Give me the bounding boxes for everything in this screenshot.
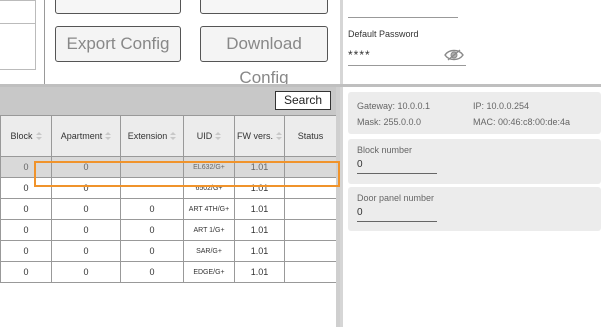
sort-icon [170,132,177,141]
field-underline [357,221,437,222]
column-divider [44,0,45,84]
ip-text: IP: 10.0.0.254 [473,101,530,111]
cell-block: 0 [0,198,52,220]
cell-apartment: 0 [51,240,121,262]
cell-status [284,156,337,178]
config-actions-area: Export Config Download Config [0,0,340,87]
sort-icon [276,132,282,141]
cell-block: 0 [0,219,52,241]
block-number-label: Block number [357,145,413,155]
device-table: Block Apartment Extension UID FW vers. S… [0,115,337,283]
table-row[interactable]: 0 0 0 SAR/G+ 1.01 [0,240,337,262]
field-underline [348,17,458,18]
cell-uid: ART 1/G+ [183,219,235,241]
search-button[interactable]: Search [275,91,331,110]
cell-block: 0 [0,177,52,199]
cell-apartment: 0 [51,219,121,241]
partial-field-box [0,0,36,70]
cell-status [284,177,337,199]
column-header-fw-version[interactable]: FW vers. [234,115,285,157]
cell-extension: 0 [120,198,184,220]
door-panel-number-label: Door panel number [357,193,435,203]
sort-icon [215,132,222,141]
download-config-button[interactable]: Download Config [200,26,328,87]
column-header-block[interactable]: Block [0,115,52,157]
device-detail-panel: Gateway: 10.0.0.1 IP: 10.0.0.254 Mask: 2… [340,87,601,327]
password-underline [348,65,466,66]
export-config-button[interactable]: Export Config [55,26,181,62]
cell-extension: 0 [120,261,184,283]
cell-status [284,261,337,283]
table-row[interactable]: 0 0 0 ART 1/G+ 1.01 [0,219,337,241]
cell-fw-version: 1.01 [234,219,285,241]
field-underline [357,173,437,174]
cell-fw-version: 1.01 [234,261,285,283]
cell-fw-version: 1.01 [234,198,285,220]
table-header-row: Block Apartment Extension UID FW vers. S… [0,115,337,157]
cell-apartment: 0 [51,156,121,178]
sort-icon [105,132,112,141]
door-panel-number-card: Door panel number 0 [348,187,601,231]
door-panel-number-input[interactable]: 0 [357,207,363,218]
cell-uid: EL632/G+ [183,156,235,178]
eye-icon[interactable] [444,48,464,62]
cell-fw-version: 1.01 [234,240,285,262]
block-number-input[interactable]: 0 [357,159,363,170]
cell-status [284,219,337,241]
password-area: Default Password **** [340,0,601,84]
cell-apartment: 0 [51,177,121,199]
cell-status [284,198,337,220]
cell-uid: EDGE/G+ [183,261,235,283]
cell-uid: ART 4TH/G+ [183,198,235,220]
mac-text: MAC: 00:46:c8:00:de:4a [473,117,571,127]
cell-apartment: 0 [51,261,121,283]
table-toolbar: Search [0,87,338,115]
table-row[interactable]: 0 0 EL632/G+ 1.01 [0,156,337,178]
cell-fw-version: 1.01 [234,177,285,199]
default-password-label: Default Password [348,29,419,39]
table-row[interactable]: 0 0 0 EDGE/G+ 1.01 [0,261,337,283]
cell-status [284,240,337,262]
cell-block: 0 [0,156,52,178]
cell-uid: 6502/G+ [183,177,235,199]
mask-text: Mask: 255.0.0.0 [357,117,422,127]
column-header-extension[interactable]: Extension [120,115,184,157]
column-header-uid[interactable]: UID [183,115,235,157]
device-config-screen: Export Config Download Config Default Pa… [0,0,601,327]
cell-uid: SAR/G+ [183,240,235,262]
cell-apartment: 0 [51,198,121,220]
cell-extension [120,177,184,199]
cell-extension: 0 [120,240,184,262]
cell-extension: 0 [120,219,184,241]
gateway-text: Gateway: 10.0.0.1 [357,101,431,111]
table-row[interactable]: 0 0 6502/G+ 1.01 [0,177,337,199]
device-table-panel: Search Block Apartment Extension UID FW … [0,87,340,327]
column-header-status[interactable]: Status [284,115,337,157]
cell-block: 0 [0,240,52,262]
default-password-field[interactable]: **** [348,48,371,62]
sort-icon [35,132,42,141]
cell-extension [120,156,184,178]
import-config-button-partial[interactable] [55,0,181,14]
block-number-card: Block number 0 [348,139,601,184]
table-row[interactable]: 0 0 0 ART 4TH/G+ 1.01 [0,198,337,220]
cell-block: 0 [0,261,52,283]
network-info-card: Gateway: 10.0.0.1 IP: 10.0.0.254 Mask: 2… [348,92,601,134]
cell-fw-version: 1.01 [234,156,285,178]
upload-config-button-partial[interactable] [200,0,328,14]
column-header-apartment[interactable]: Apartment [51,115,121,157]
